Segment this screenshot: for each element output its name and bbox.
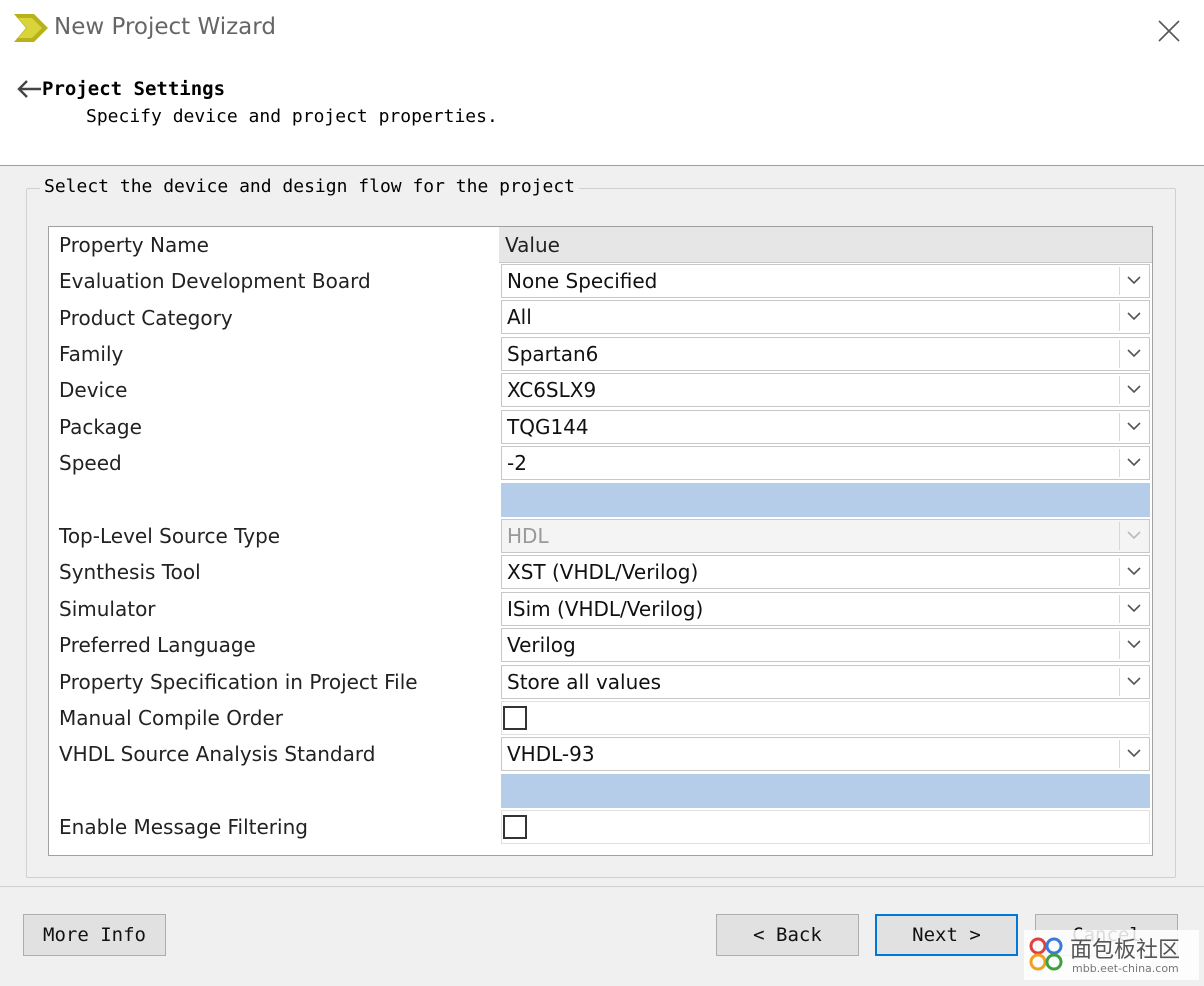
group-legend: Select the device and design flow for th… [40,176,580,197]
chevron-down-icon[interactable] [1119,631,1147,659]
property-label: Simulator [59,597,156,621]
more-info-button[interactable]: More Info [23,914,166,956]
chevron-down-icon[interactable] [1119,595,1147,623]
product-category-select[interactable]: All [501,300,1150,334]
preferred-language-value: Verilog [507,633,576,657]
property-label: Speed [59,451,122,475]
family-value: Spartan6 [507,342,599,366]
window-title: New Project Wizard [54,14,276,40]
page-title: Project Settings [42,78,226,100]
property-label: Package [59,415,142,439]
property-name-column: Property Name Evaluation Development Boa… [49,227,499,855]
synthesis-tool-value: XST (VHDL/Verilog) [507,560,699,584]
product-category-value: All [507,305,532,329]
property-label: Synthesis Tool [59,560,201,584]
chevron-down-icon[interactable] [1119,267,1147,295]
column-header-value: Value [499,227,1152,263]
chevron-down-icon[interactable] [1119,668,1147,696]
vhdl-standard-value: VHDL-93 [507,742,595,766]
property-label: Enable Message Filtering [59,815,308,839]
close-icon[interactable] [1157,19,1181,43]
speed-value: -2 [507,451,527,475]
property-label: Device [59,378,128,402]
speed-select[interactable]: -2 [501,446,1150,480]
property-label: Family [59,342,124,366]
selected-row-highlight[interactable] [501,483,1150,517]
watermark-url: mbb.eet-china.com [1072,962,1179,975]
board-select[interactable]: None Specified [501,264,1150,298]
watermark-logo-icon [1029,937,1063,971]
property-label: VHDL Source Analysis Standard [59,742,376,766]
chevron-down-icon[interactable] [1119,340,1147,368]
next-button[interactable]: Next > [875,914,1018,956]
app-logo-icon [14,14,48,42]
device-value: XC6SLX9 [507,378,597,402]
top-level-source-type-value: HDL [507,524,549,548]
back-button[interactable]: < Back [716,914,859,956]
property-label: Property Specification in Project File [59,670,418,694]
column-header-property-name: Property Name [59,233,209,257]
chevron-down-icon[interactable] [1119,413,1147,441]
chevron-down-icon[interactable] [1119,376,1147,404]
bottom-separator [0,886,1204,887]
property-table: Property Name Evaluation Development Boa… [48,226,1153,856]
value-column: Value None Specified All Spartan6 XC6SLX… [499,227,1152,855]
chevron-down-icon[interactable] [1119,558,1147,586]
synthesis-tool-select[interactable]: XST (VHDL/Verilog) [501,555,1150,589]
selected-row-highlight[interactable] [501,774,1150,808]
wizard-header: Project Settings Specify device and proj… [0,62,1204,166]
board-select-value: None Specified [507,269,658,293]
preferred-language-select[interactable]: Verilog [501,628,1150,662]
watermark-text: 面包板社区 [1070,938,1181,963]
property-label: Evaluation Development Board [59,269,371,293]
device-select[interactable]: XC6SLX9 [501,373,1150,407]
chevron-down-icon[interactable] [1119,303,1147,331]
vhdl-standard-select[interactable]: VHDL-93 [501,737,1150,771]
property-specification-value: Store all values [507,670,661,694]
page-subtitle: Specify device and project properties. [86,106,498,127]
simulator-value: ISim (VHDL/Verilog) [507,597,704,621]
chevron-down-icon [1119,522,1147,550]
title-bar: New Project Wizard [0,0,1204,62]
top-level-source-type-select: HDL [501,519,1150,553]
property-label: Product Category [59,306,233,330]
watermark: 面包板社区 mbb.eet-china.com [1024,930,1199,980]
property-specification-select[interactable]: Store all values [501,665,1150,699]
enable-message-filtering-checkbox[interactable] [503,815,527,839]
property-label: Manual Compile Order [59,706,284,730]
chevron-down-icon[interactable] [1119,740,1147,768]
chevron-down-icon[interactable] [1119,449,1147,477]
family-select[interactable]: Spartan6 [501,337,1150,371]
enable-message-filtering-cell [501,810,1150,844]
package-select[interactable]: TQG144 [501,410,1150,444]
manual-compile-order-cell [501,701,1150,735]
simulator-select[interactable]: ISim (VHDL/Verilog) [501,592,1150,626]
back-arrow-icon [17,80,41,98]
property-label: Top-Level Source Type [59,524,281,548]
property-label: Preferred Language [59,633,256,657]
manual-compile-order-checkbox[interactable] [503,706,527,730]
package-value: TQG144 [507,415,589,439]
